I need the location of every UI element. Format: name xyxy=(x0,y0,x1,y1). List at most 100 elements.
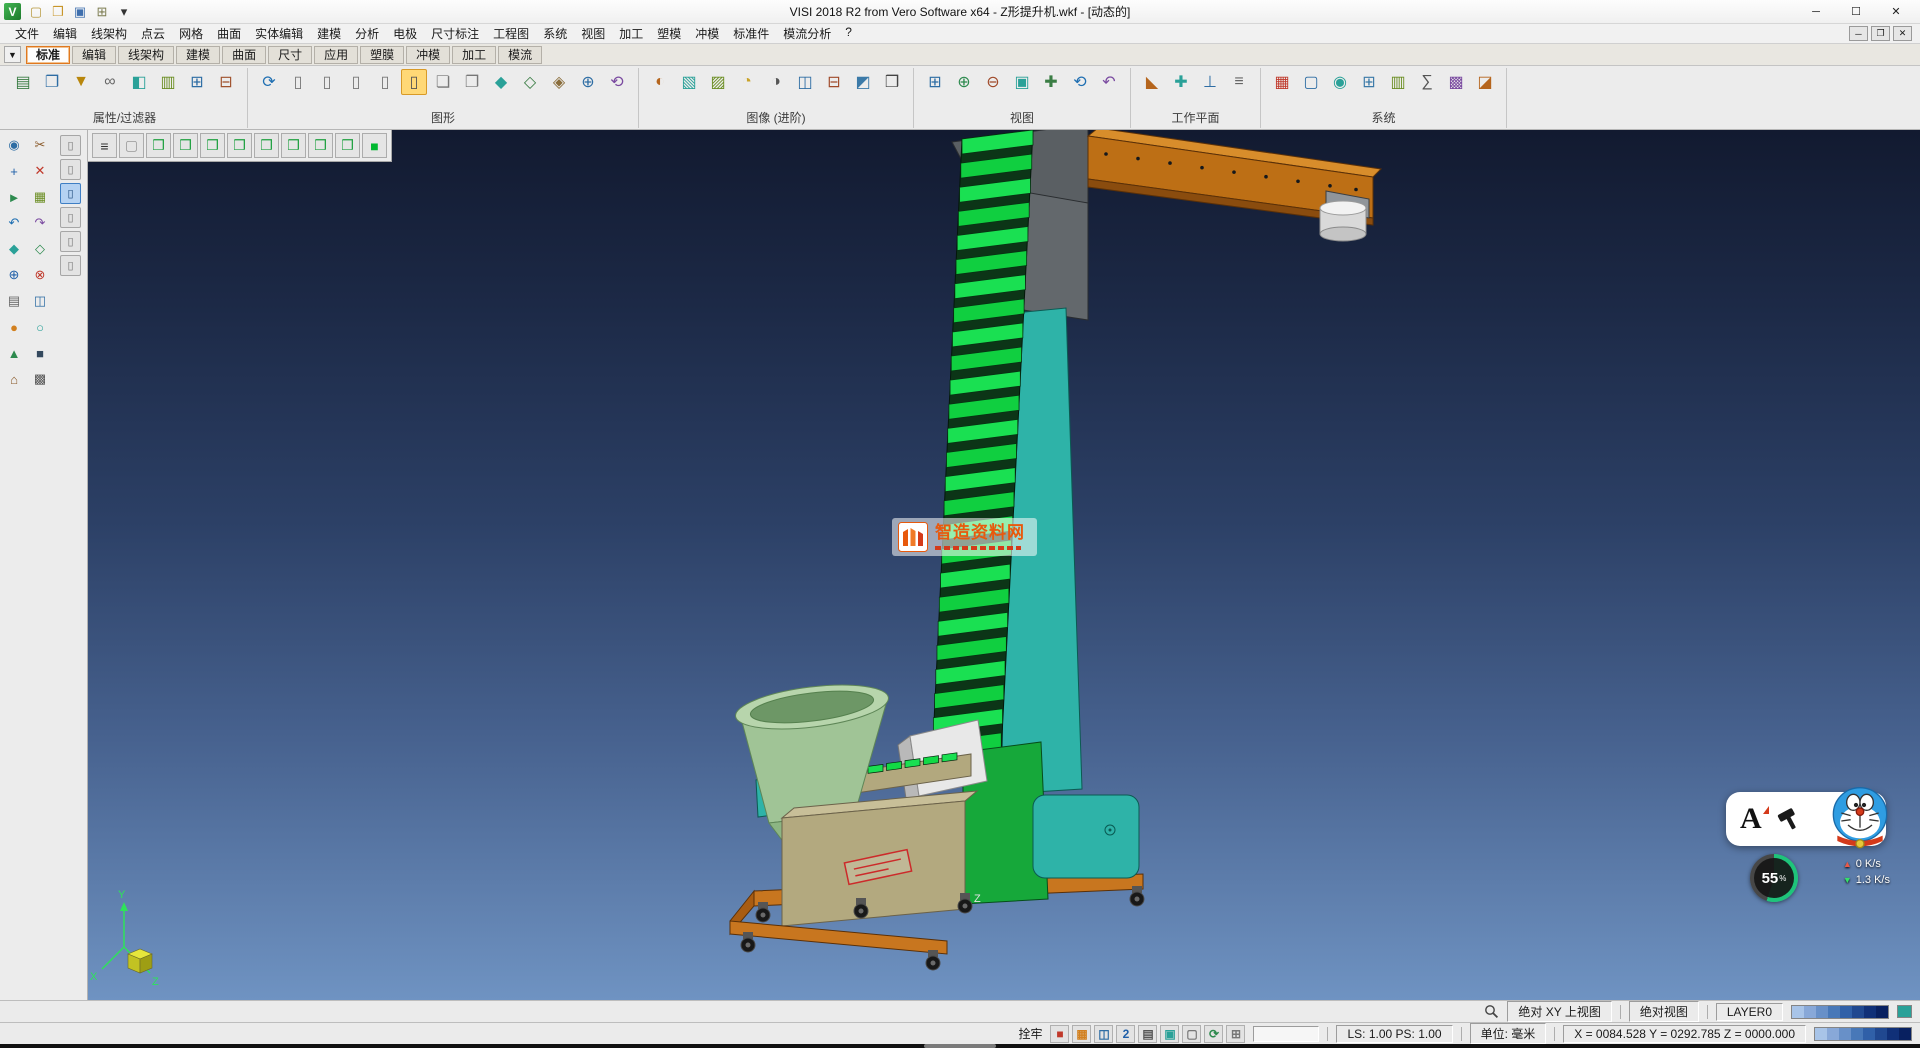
mdi-minimize-button[interactable]: ─ xyxy=(1849,26,1868,41)
view-mode-field[interactable]: 绝对视图 xyxy=(1629,1001,1699,1022)
filter-slot-5-icon[interactable]: ▯ xyxy=(60,231,81,252)
tab-9[interactable]: 冲模 xyxy=(406,46,450,64)
close-button[interactable]: ✕ xyxy=(1876,1,1916,23)
palette-cell[interactable] xyxy=(1864,1006,1876,1018)
workplane-xy-icon[interactable]: ◣ xyxy=(1139,69,1165,95)
palette-cell[interactable] xyxy=(1852,1006,1864,1018)
menu-item-19[interactable]: 模流分析 xyxy=(776,25,838,42)
home-view-icon[interactable]: ⌂ xyxy=(3,368,25,390)
table-icon[interactable]: ⊞ xyxy=(1226,1025,1245,1043)
plot-icon[interactable]: ⊞ xyxy=(92,2,112,22)
menu-item-5[interactable]: 网格 xyxy=(172,25,210,42)
filter-slot-4-icon[interactable]: ▯ xyxy=(60,207,81,228)
wire-snap-icon[interactable]: ◇ xyxy=(29,238,51,260)
title-bar[interactable]: V ▢❒▣⊞▾ VISI 2018 R2 from Vero Software … xyxy=(0,0,1920,24)
wireframe-mode-icon[interactable]: ◇ xyxy=(517,69,543,95)
section-icon[interactable]: ⊟ xyxy=(821,69,847,95)
list-icon[interactable]: ▤ xyxy=(3,290,25,312)
pan-icon[interactable]: ✚ xyxy=(1038,69,1064,95)
attributes-icon[interactable]: ▤ xyxy=(10,69,36,95)
texture-icon[interactable]: ▨ xyxy=(705,69,731,95)
menu-item-7[interactable]: 实体编辑 xyxy=(248,25,310,42)
menu-item-12[interactable]: 工程图 xyxy=(486,25,536,42)
progress-circle[interactable]: 55% xyxy=(1750,854,1798,902)
palette-cell[interactable] xyxy=(1816,1006,1828,1018)
calculator-icon[interactable]: ∑ xyxy=(1414,69,1440,95)
palette-cell[interactable] xyxy=(1863,1028,1875,1040)
zoom-fit-icon[interactable]: ▣ xyxy=(1009,69,1035,95)
palette-cell[interactable] xyxy=(1875,1028,1887,1040)
search-icon[interactable] xyxy=(1484,1004,1499,1019)
mdi-close-button[interactable]: ✕ xyxy=(1893,26,1912,41)
move-icon[interactable]: ► xyxy=(3,186,25,208)
view-shaded-icon[interactable]: ■ xyxy=(362,133,387,158)
matrix-icon[interactable]: ▩ xyxy=(1443,69,1469,95)
split-view-icon[interactable]: ◫ xyxy=(29,290,51,312)
redraw-icon[interactable]: ⟳ xyxy=(256,69,282,95)
trim-icon[interactable]: ✂ xyxy=(29,134,51,156)
zoom-out-icon[interactable]: ⊖ xyxy=(980,69,1006,95)
menu-item-2[interactable]: 编辑 xyxy=(46,25,84,42)
assistant-widget[interactable]: A xyxy=(1726,792,1886,846)
material-icon[interactable]: ▧ xyxy=(676,69,702,95)
filter-slot-1-icon[interactable]: ▯ xyxy=(60,135,81,156)
hidden-line-icon[interactable]: ◈ xyxy=(546,69,572,95)
globe-icon[interactable]: ◉ xyxy=(1327,69,1353,95)
menu-item-20[interactable]: ? xyxy=(838,25,859,42)
menu-item-6[interactable]: 曲面 xyxy=(210,25,248,42)
view-dimetric-icon[interactable]: ❒ xyxy=(335,133,360,158)
menu-item-1[interactable]: 文件 xyxy=(8,25,46,42)
palette-cell[interactable] xyxy=(1815,1028,1827,1040)
tab-5[interactable]: 曲面 xyxy=(222,46,266,64)
mdi-restore-button[interactable]: ❐ xyxy=(1871,26,1890,41)
shaded-mode-icon[interactable]: ◆ xyxy=(488,69,514,95)
minimize-button[interactable]: ─ xyxy=(1796,1,1836,23)
chain-select-icon[interactable]: ∞ xyxy=(97,69,123,95)
filter-slot-3-icon[interactable]: ▯ xyxy=(60,183,81,204)
window-layout-1-icon[interactable]: ▯ xyxy=(285,69,311,95)
light-icon[interactable]: ◔ xyxy=(734,69,760,95)
view-bottom-icon[interactable]: ❒ xyxy=(308,133,333,158)
menu-item-8[interactable]: 建模 xyxy=(310,25,348,42)
zoom-select-icon[interactable]: ◉ xyxy=(3,134,25,156)
lock-label[interactable]: 拴牢 xyxy=(1018,1025,1042,1042)
tab-3[interactable]: 线架构 xyxy=(118,46,174,64)
render-icon[interactable]: ◐ xyxy=(647,69,673,95)
active-layer-field[interactable]: LAYER0 xyxy=(1716,1003,1783,1021)
menu-item-13[interactable]: 系统 xyxy=(536,25,574,42)
palette-cell[interactable] xyxy=(1839,1028,1851,1040)
menu-item-3[interactable]: 线架构 xyxy=(84,25,134,42)
spin-icon[interactable]: ⟲ xyxy=(604,69,630,95)
color-palette-icon[interactable]: ▦ xyxy=(1269,69,1295,95)
palette-cell[interactable] xyxy=(1887,1028,1899,1040)
fast-view-icon[interactable]: ▣ xyxy=(1160,1025,1179,1043)
view-blank-icon[interactable]: ▢ xyxy=(119,133,144,158)
tab-8[interactable]: 塑膜 xyxy=(360,46,404,64)
viewport-menu-icon[interactable]: ≡ xyxy=(92,133,117,158)
counter-badge[interactable]: 2 xyxy=(1116,1025,1135,1043)
remove-element-icon[interactable]: ⊗ xyxy=(29,264,51,286)
palette-cell[interactable] xyxy=(1804,1006,1816,1018)
menu-item-14[interactable]: 视图 xyxy=(574,25,612,42)
sheet-icon[interactable]: ▢ xyxy=(1182,1025,1201,1043)
snap-point-icon[interactable]: + xyxy=(3,160,25,182)
palette-cell[interactable] xyxy=(1851,1028,1863,1040)
triangle-icon[interactable]: ▲ xyxy=(3,342,25,364)
layers-toggle-icon[interactable]: ▤ xyxy=(1138,1025,1157,1043)
report-icon[interactable]: ▥ xyxy=(1385,69,1411,95)
zoom-extents-icon[interactable]: ⊕ xyxy=(575,69,601,95)
background-icon[interactable]: ◫ xyxy=(792,69,818,95)
refresh-status-icon[interactable]: ⟳ xyxy=(1204,1025,1223,1043)
menu-item-17[interactable]: 冲模 xyxy=(688,25,726,42)
shadow-icon[interactable]: ◑ xyxy=(763,69,789,95)
view-iso-icon[interactable]: ❒ xyxy=(146,133,171,158)
screen-settings-icon[interactable]: ▢ xyxy=(1298,69,1324,95)
point-icon[interactable]: ● xyxy=(3,316,25,338)
menu-item-11[interactable]: 尺寸标注 xyxy=(424,25,486,42)
menu-item-15[interactable]: 加工 xyxy=(612,25,650,42)
view-back-icon[interactable]: ❒ xyxy=(254,133,279,158)
delete-icon[interactable]: ✕ xyxy=(29,160,51,182)
undo-view-icon[interactable]: ↶ xyxy=(3,212,25,234)
active-layout-icon[interactable]: ▯ xyxy=(401,69,427,95)
command-input[interactable] xyxy=(1253,1026,1319,1042)
